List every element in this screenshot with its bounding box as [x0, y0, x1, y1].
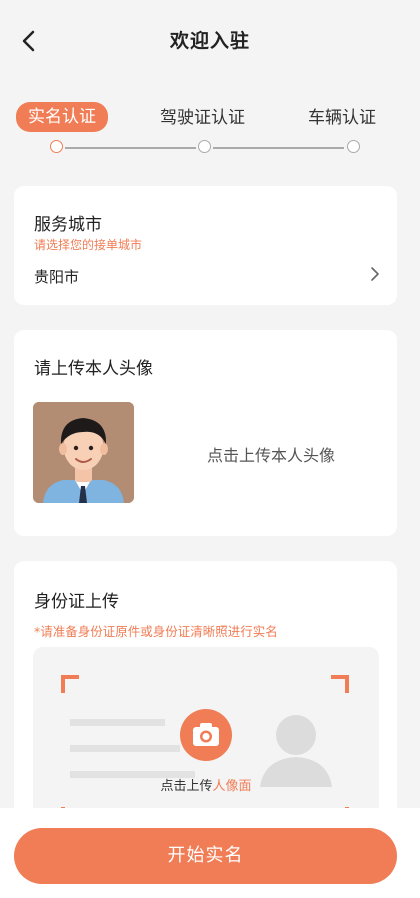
person-avatar-icon [33, 402, 134, 503]
camera-button[interactable] [180, 709, 232, 761]
bottom-bar: 开始实名 [0, 808, 420, 898]
id-upload-label[interactable]: 点击上传人像面 [33, 775, 379, 794]
id-upload-card: 身份证上传 *请准备身份证原件或身份证清晰照进行实名 点击上传人像面 [14, 561, 397, 847]
step-line-2 [213, 147, 344, 149]
id-section-hint: *请准备身份证原件或身份证清晰照进行实名 [34, 624, 278, 639]
avatar-section-title: 请上传本人头像 [34, 359, 153, 379]
step-dot-3 [347, 140, 360, 153]
avatar-upload-label[interactable]: 点击上传本人头像 [207, 442, 335, 466]
avatar-placeholder-image[interactable] [33, 402, 134, 503]
service-city-value[interactable]: 贵阳市 [34, 266, 79, 287]
avatar-upload-card: 请上传本人头像 点击上传本人头像 [14, 330, 397, 536]
start-verification-button[interactable]: 开始实名 [14, 828, 397, 884]
frame-corner-top-right [331, 675, 349, 693]
id-section-title: 身份证上传 [34, 592, 119, 612]
id-upload-side: 人像面 [212, 779, 252, 794]
id-line-placeholder-1 [70, 719, 165, 726]
service-city-hint: 请选择您的接单城市 [34, 238, 143, 252]
id-line-placeholder-2 [70, 745, 180, 752]
step-dot-2 [198, 140, 211, 153]
step-indicator: 实名认证 驾驶证认证 车辆认证 [0, 100, 420, 162]
chevron-right-icon[interactable] [369, 266, 381, 282]
step-dot-1 [50, 140, 63, 153]
step-driver-license[interactable]: 驾驶证认证 [160, 104, 245, 132]
header: 欢迎入驻 [0, 0, 420, 80]
service-city-title: 服务城市 [34, 215, 102, 235]
step-real-name[interactable]: 实名认证 [16, 102, 108, 132]
service-city-card[interactable]: 服务城市 请选择您的接单城市 贵阳市 [14, 186, 397, 305]
id-upload-prefix: 点击上传 [160, 779, 213, 794]
step-vehicle[interactable]: 车辆认证 [308, 104, 376, 132]
page-title: 欢迎入驻 [169, 30, 250, 52]
step-line-1 [65, 147, 196, 149]
camera-icon [193, 723, 219, 746]
frame-corner-top-left [61, 675, 79, 693]
